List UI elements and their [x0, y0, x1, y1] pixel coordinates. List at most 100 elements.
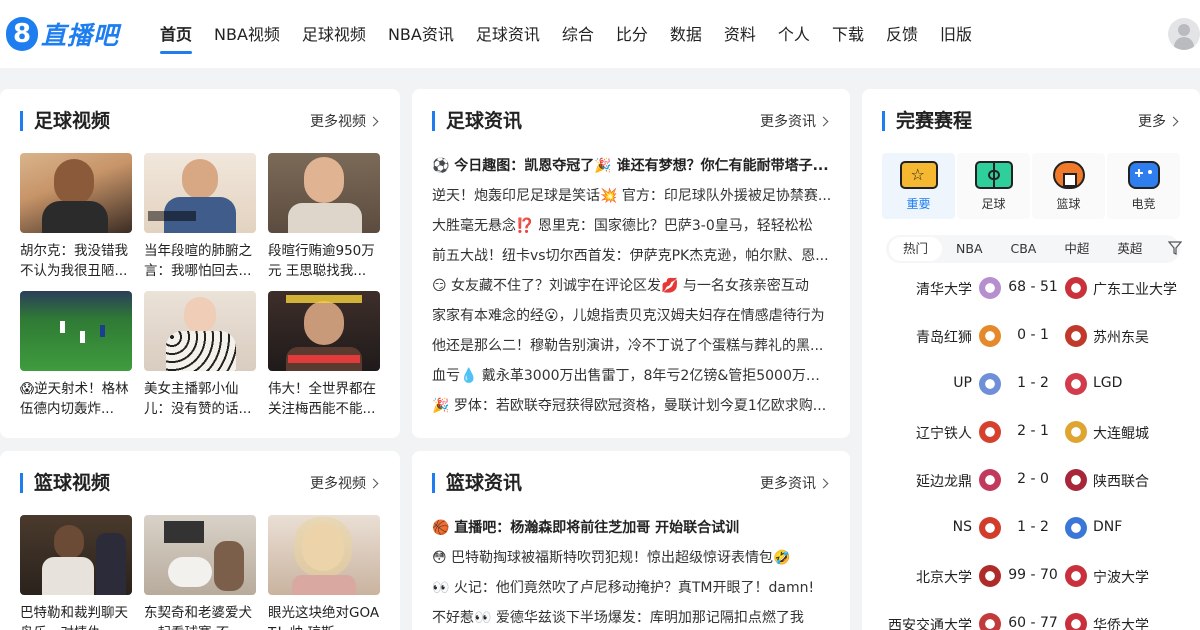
- away-team: 华侨大学: [1093, 618, 1149, 630]
- match-row[interactable]: 北京大学 99 - 70 宁波大学: [882, 553, 1182, 601]
- category-label: 篮球: [1056, 197, 1081, 211]
- news-item[interactable]: 前五大战！纽卡vs切尔西首发：伊萨克PK杰克逊，帕尔默、恩...: [432, 241, 832, 271]
- home-team-logo-icon: [979, 277, 1001, 299]
- user-avatar-icon[interactable]: [1168, 18, 1200, 50]
- match-score: 1 - 2: [1017, 519, 1049, 535]
- news-list: ⚽ 今日趣图：凯恩夺冠了🎉 谁还有梦想？你仁有能耐带塔子... 逆天！炮轰印尼足…: [432, 151, 832, 421]
- category-label: 足球: [981, 197, 1006, 211]
- home-team: 延边龙鼎: [916, 474, 972, 490]
- video-caption: 😱逆天射术！格林伍德内切轰炸...: [20, 381, 129, 417]
- league-tab-hot[interactable]: 热门: [889, 237, 943, 261]
- league-tab-cba[interactable]: CBA: [997, 237, 1051, 261]
- video-caption: 胡尔克：我没错我不认为我很丑陋...: [20, 243, 128, 279]
- news-item[interactable]: 😳 巴特勒掏球被福斯特吹罚犯规！惊出超级惊讶表情包🤣: [432, 543, 832, 573]
- category-tab-esports[interactable]: 电竞: [1107, 153, 1180, 219]
- football-video-card: 足球视频 更多视频 胡尔克：我没错我不认为我很丑陋... 当年段暄的肺腑之言：我…: [0, 89, 400, 438]
- nav-item-football-news[interactable]: 足球资讯: [476, 22, 540, 48]
- more-schedule-link[interactable]: 更多: [1138, 112, 1179, 132]
- video-item[interactable]: 当年段暄的肺腑之言：我哪怕回去...: [144, 153, 256, 281]
- chevron-right-icon: [818, 116, 829, 127]
- football-news-card: 足球资讯 更多资讯 ⚽ 今日趣图：凯恩夺冠了🎉 谁还有梦想？你仁有能耐带塔子..…: [412, 89, 850, 438]
- league-tab-epl[interactable]: 英超: [1103, 237, 1156, 261]
- video-thumbnail[interactable]: [268, 153, 380, 233]
- news-item[interactable]: 家家有本难念的经😮，儿媳指责贝克汉姆夫妇存在情感虐待行为: [432, 301, 832, 331]
- nav-item-old-version[interactable]: 旧版: [940, 22, 972, 48]
- basketball-video-card: 篮球视频 更多视频 巴特勒和裁判聊天鸟乐，对情仇... 东契奇和老婆爱犬一起看球…: [0, 451, 400, 630]
- more-news-link[interactable]: 更多资讯: [760, 474, 829, 494]
- nav-item-scores[interactable]: 比分: [616, 22, 648, 48]
- match-row[interactable]: 青岛红狮 0 - 1 苏州东吴: [882, 313, 1182, 361]
- nav-item-info[interactable]: 资料: [724, 22, 756, 48]
- video-thumbnail[interactable]: [144, 291, 256, 371]
- news-item[interactable]: ⚽ 今日趣图：凯恩夺冠了🎉 谁还有梦想？你仁有能耐带塔子...: [432, 151, 832, 181]
- nav-item-data[interactable]: 数据: [670, 22, 702, 48]
- nav-item-football-video[interactable]: 足球视频: [302, 22, 366, 48]
- video-thumbnail[interactable]: [20, 153, 132, 233]
- video-item[interactable]: 巴特勒和裁判聊天鸟乐，对情仇...: [20, 515, 132, 630]
- category-tab-basketball[interactable]: 篮球: [1032, 153, 1105, 219]
- video-item[interactable]: 眼光这块绝对GOAT！帅 琼斯...: [268, 515, 380, 630]
- nav-item-nba-video[interactable]: NBA视频: [214, 22, 280, 48]
- news-item[interactable]: 逆天！炮轰印尼足球是笑话💥 官方：印尼球队外援被足协禁赛...: [432, 181, 832, 211]
- match-score: 60 - 77: [1008, 615, 1058, 630]
- category-tab-football[interactable]: 足球: [957, 153, 1030, 219]
- home-team-logo-icon: [979, 421, 1001, 443]
- video-item[interactable]: 段暄行贿逾950万元 王思聪找我...: [268, 153, 380, 281]
- more-news-link[interactable]: 更多资讯: [760, 112, 829, 132]
- section-title: 完赛赛程: [882, 111, 972, 131]
- nav-item-feedback[interactable]: 反馈: [886, 22, 918, 48]
- match-score: 1 - 2: [1017, 375, 1049, 391]
- video-item[interactable]: 伟大！全世界都在关注梅西能不能...: [268, 291, 380, 419]
- league-tab-nba[interactable]: NBA: [942, 237, 996, 261]
- site-logo[interactable]: 8 直播吧: [6, 16, 119, 52]
- match-row[interactable]: 延边龙鼎 2 - 0 陕西联合: [882, 457, 1182, 505]
- away-team: 宁波大学: [1093, 570, 1149, 586]
- video-thumbnail[interactable]: [20, 291, 132, 371]
- video-caption: 美女主播郭小仙儿：没有赞的话...: [144, 381, 252, 417]
- away-team-logo-icon: [1065, 421, 1087, 443]
- filter-icon[interactable]: [1168, 241, 1182, 255]
- more-videos-link[interactable]: 更多视频: [310, 112, 379, 132]
- video-item[interactable]: 😱逆天射术！格林伍德内切轰炸...: [20, 291, 132, 419]
- match-row[interactable]: 辽宁铁人 2 - 1 大连鲲城: [882, 409, 1182, 457]
- news-item[interactable]: 不好惹👀 爱德华兹谈下半场爆发：库明加那记隔扣点燃了我: [432, 603, 832, 630]
- nav-item-general[interactable]: 综合: [562, 22, 594, 48]
- video-thumbnail[interactable]: [20, 515, 132, 595]
- video-thumbnail[interactable]: [144, 153, 256, 233]
- news-item[interactable]: 🏀 直播吧：杨瀚森即将前往芝加哥 开始联合试训: [432, 513, 832, 543]
- more-videos-link[interactable]: 更多视频: [310, 474, 379, 494]
- nav-item-nba-news[interactable]: NBA资讯: [388, 22, 454, 48]
- video-thumbnail[interactable]: [144, 515, 256, 595]
- chevron-right-icon: [368, 116, 379, 127]
- match-row[interactable]: 清华大学 68 - 51 广东工业大学: [882, 265, 1182, 313]
- away-team: 大连鲲城: [1093, 426, 1149, 442]
- category-tab-important[interactable]: ☆ 重要: [882, 153, 955, 219]
- video-item[interactable]: 东契奇和老婆爱犬一起看球赛 不...: [144, 515, 256, 630]
- news-item[interactable]: 😏 女友藏不住了？刘诚宇在评论区发💋 与一名女孩亲密互动: [432, 271, 832, 301]
- news-item[interactable]: 🎉 罗体：若欧联夺冠获得欧冠资格，曼联计划今夏1亿欧求购...: [432, 391, 832, 421]
- home-team: UP: [953, 375, 972, 391]
- section-title: 足球视频: [20, 111, 110, 131]
- away-team-logo-icon: [1065, 325, 1087, 347]
- video-caption: 东契奇和老婆爱犬一起看球赛 不...: [144, 605, 252, 630]
- news-item[interactable]: 大胜毫无悬念⁉️ 恩里克：国家德比？巴萨3-0皇马，轻轻松松: [432, 211, 832, 241]
- league-tabs: 热门 NBA CBA 中超 英超: [886, 235, 1180, 263]
- league-tab-csl[interactable]: 中超: [1050, 237, 1103, 261]
- nav-item-home[interactable]: 首页: [160, 22, 193, 54]
- news-item[interactable]: 👀 火记：他们竟然吹了卢尼移动掩护？真TM开眼了！damn!: [432, 573, 832, 603]
- away-team: 陕西联合: [1093, 474, 1149, 490]
- home-team: 辽宁铁人: [916, 426, 972, 442]
- nav-item-personal[interactable]: 个人: [778, 22, 810, 48]
- video-item[interactable]: 美女主播郭小仙儿：没有赞的话...: [144, 291, 256, 419]
- nav-item-download[interactable]: 下载: [832, 22, 864, 48]
- news-item[interactable]: 血亏💧 戴永革3000万出售雷丁，8年亏2亿镑&管拒5000万报...: [432, 361, 832, 391]
- match-row[interactable]: UP 1 - 2 LGD: [882, 361, 1182, 409]
- news-item[interactable]: 他还是那么二！穆勒告别演讲，冷不丁说了个蛋糕与葬礼的黑...: [432, 331, 832, 361]
- home-team-logo-icon: [979, 517, 1001, 539]
- match-row[interactable]: 西安交通大学 60 - 77 华侨大学: [882, 601, 1182, 630]
- video-thumbnail[interactable]: [268, 291, 380, 371]
- video-item[interactable]: 胡尔克：我没错我不认为我很丑陋...: [20, 153, 132, 281]
- schedule-card: 完赛赛程 更多 ☆ 重要 足球 篮球 电竞 热门 NBA CBA 中超 英超 清…: [862, 89, 1200, 630]
- match-row[interactable]: NS 1 - 2 DNF: [882, 505, 1182, 553]
- video-thumbnail[interactable]: [268, 515, 380, 595]
